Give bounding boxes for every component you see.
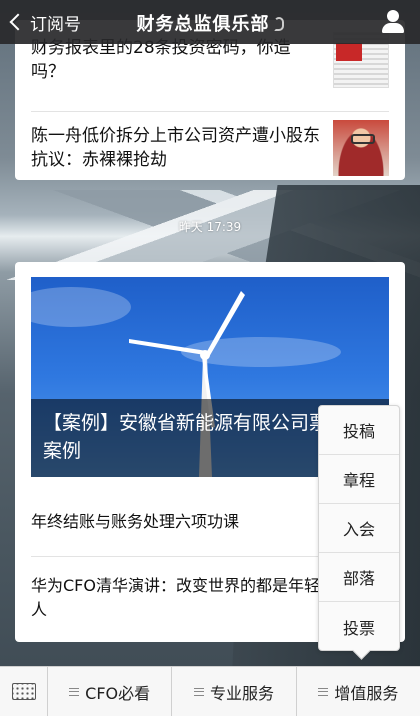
submenu-item-toupiao[interactable]: 投票 (319, 602, 399, 651)
menu-tab-label: 专业服务 (209, 684, 274, 703)
menu-tab-professional-services[interactable]: 专业服务 (172, 667, 297, 716)
user-icon[interactable] (382, 10, 404, 34)
hamburger-icon (69, 688, 80, 696)
bottom-menu-bar: CFO必看 专业服务 增值服务 (0, 666, 420, 716)
article-list-item[interactable]: 陈一舟低价拆分上市公司资产遭小股东抗议：赤裸裸抢劫 (31, 112, 389, 180)
article-list-item[interactable]: 华为CFO清华演讲：改变世界的都是年轻人 (31, 574, 321, 622)
submenu-item-buluo[interactable]: 部落 (319, 553, 399, 602)
message-timestamp: 昨天 17:39 (178, 220, 242, 234)
article-title: 财务报表里的28条投资密码，你造吗？ (31, 38, 291, 82)
page-title-text: 财务总监俱乐部 (136, 14, 270, 35)
menu-tab-value-added-services[interactable]: 增值服务 (297, 667, 420, 716)
ear-icon (273, 17, 284, 31)
article-title: 陈一舟低价拆分上市公司资产遭小股东抗议：赤裸裸抢劫 (31, 126, 320, 170)
article-card: 财务报表里的28条投资密码，你造吗？ 陈一舟低价拆分上市公司资产遭小股东抗议：赤… (15, 20, 405, 180)
menu-tab-label: CFO必看 (85, 684, 151, 703)
submenu-item-zhangcheng[interactable]: 章程 (319, 455, 399, 504)
submenu-popup: 投稿 章程 入会 部落 投票 (318, 405, 400, 651)
submenu-item-ruhui[interactable]: 入会 (319, 504, 399, 553)
menu-tab-cfo[interactable]: CFO必看 (48, 667, 173, 716)
keyboard-toggle-button[interactable] (0, 667, 48, 716)
keyboard-icon (12, 683, 36, 700)
menu-tab-label: 增值服务 (334, 684, 399, 703)
article-thumbnail (333, 120, 389, 176)
top-nav-bar: 订阅号 财务总监俱乐部 (0, 0, 420, 44)
hamburger-icon (318, 688, 329, 696)
article-list-item[interactable]: 财务报表里的28条投资密码，你造吗？ (31, 32, 389, 112)
page-title: 财务总监俱乐部 (0, 10, 420, 36)
hamburger-icon (193, 688, 204, 696)
submenu-item-tougao[interactable]: 投稿 (319, 406, 399, 455)
